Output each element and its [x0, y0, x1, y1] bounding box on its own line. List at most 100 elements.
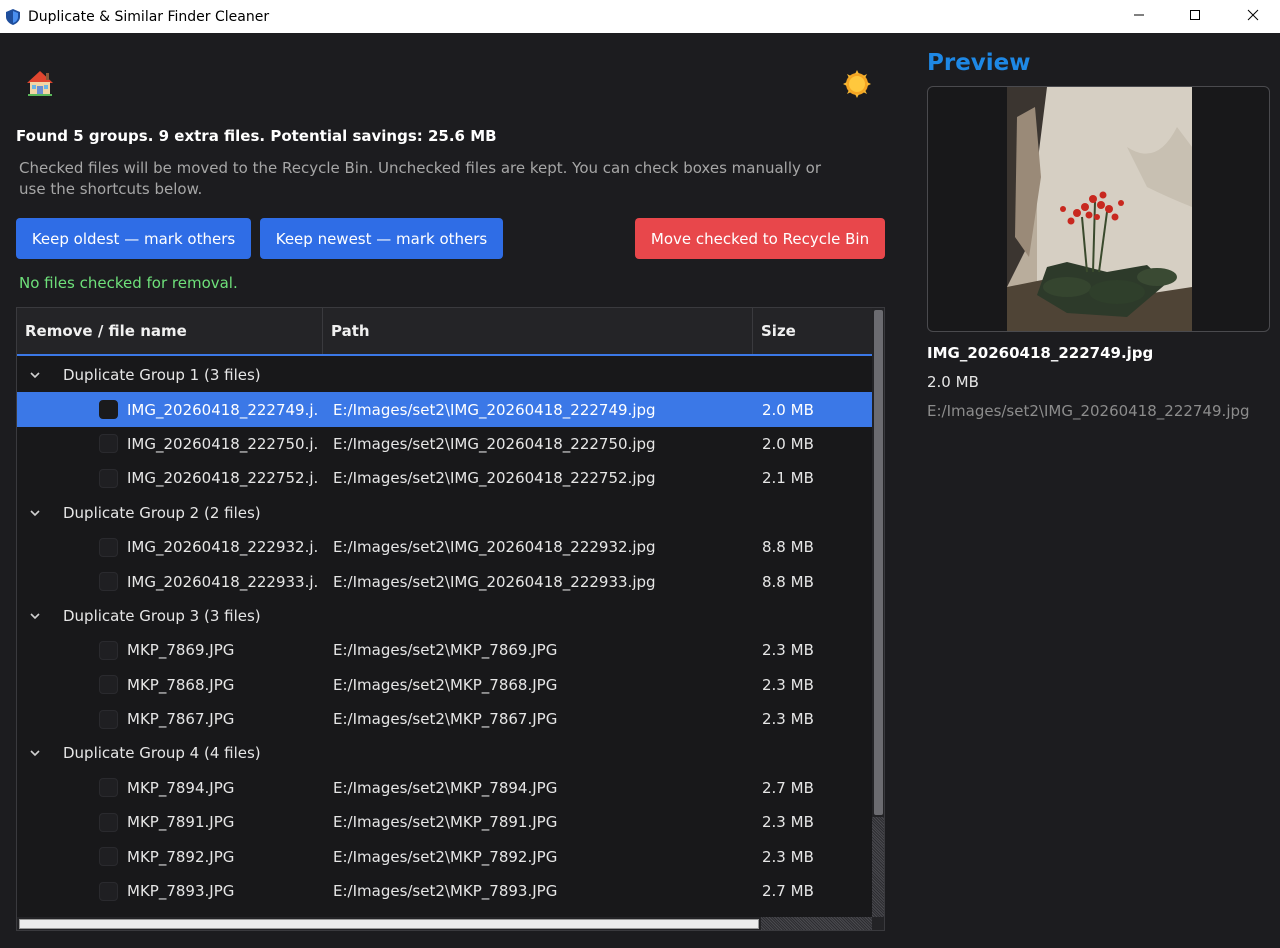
table-row[interactable]: IMG_20260418_222750.j... E:/Images/set2\…	[17, 427, 872, 461]
minimize-button[interactable]	[1110, 0, 1168, 30]
vertical-scroll-track[interactable]	[872, 817, 884, 917]
chevron-down-icon[interactable]	[28, 748, 42, 758]
horizontal-scroll-thumb[interactable]	[19, 919, 759, 929]
table-row[interactable]: MKP_7894.JPG E:/Images/set2\MKP_7894.JPG…	[17, 771, 872, 805]
window-title: Duplicate & Similar Finder Cleaner	[28, 8, 270, 25]
table-row[interactable]: IMG_20260418_222749.j... E:/Images/set2\…	[17, 392, 872, 427]
remove-checkbox[interactable]	[99, 778, 118, 798]
keep-newest-button[interactable]: Keep newest — mark others	[260, 218, 503, 259]
remove-checkbox[interactable]	[99, 881, 118, 901]
file-size: 2.3 MB	[762, 813, 814, 832]
preview-file-size: 2.0 MB	[927, 373, 979, 391]
table-row[interactable]: MKP_7892.JPG E:/Images/set2\MKP_7892.JPG…	[17, 839, 872, 873]
help-text: Checked files will be moved to the Recyc…	[19, 159, 821, 198]
group-row[interactable]: Duplicate Group 4 (4 files)	[17, 736, 872, 770]
remove-checkbox[interactable]	[99, 847, 118, 867]
file-path: E:/Images/set2\IMG_20260418_222752.jpg	[333, 469, 656, 488]
file-name: IMG_20260418_222749.j...	[127, 400, 317, 419]
file-size: 2.0 MB	[762, 400, 814, 419]
remove-checkbox[interactable]	[99, 709, 118, 729]
file-path: E:/Images/set2\IMG_20260418_222750.jpg	[333, 434, 656, 453]
file-size: 8.8 MB	[762, 538, 814, 557]
remove-checkbox[interactable]	[99, 537, 118, 557]
column-header-size[interactable]: Size	[753, 308, 872, 354]
file-size: 2.3 MB	[762, 710, 814, 729]
file-size: 2.0 MB	[762, 434, 814, 453]
file-name: IMG_20260418_222933.j...	[127, 572, 317, 591]
chevron-down-icon[interactable]	[28, 370, 42, 380]
column-header-name[interactable]: Remove / file name	[17, 308, 323, 354]
file-path: E:/Images/set2\IMG_20260418_222933.jpg	[333, 572, 656, 591]
column-header-path[interactable]: Path	[323, 308, 753, 354]
vertical-scroll-thumb[interactable]	[874, 310, 883, 815]
file-path: E:/Images/set2\MKP_7894.JPG	[333, 778, 558, 797]
remove-checkbox[interactable]	[99, 675, 118, 695]
file-path: E:/Images/set2\IMG_20260418_222932.jpg	[333, 538, 656, 557]
file-path: E:/Images/set2\MKP_7893.JPG	[333, 882, 558, 901]
horizontal-scrollbar[interactable]	[17, 917, 872, 930]
home-icon[interactable]	[26, 70, 54, 96]
table-row[interactable]: MKP_7891.JPG E:/Images/set2\MKP_7891.JPG…	[17, 805, 872, 839]
file-name: MKP_7867.JPG	[127, 710, 235, 729]
table-row[interactable]: MKP_7867.JPG E:/Images/set2\MKP_7867.JPG…	[17, 702, 872, 736]
move-to-recycle-bin-button[interactable]: Move checked to Recycle Bin	[635, 218, 885, 259]
file-size: 2.3 MB	[762, 675, 814, 694]
status-message: No files checked for removal.	[19, 274, 238, 292]
chevron-down-icon[interactable]	[28, 508, 42, 518]
maximize-icon	[1190, 10, 1200, 20]
table-row[interactable]: IMG_20260418_222933.j... E:/Images/set2\…	[17, 564, 872, 598]
file-name: IMG_20260418_222932.j...	[127, 538, 317, 557]
group-row[interactable]: Duplicate Group 2 (2 files)	[17, 496, 872, 530]
vertical-scrollbar[interactable]	[872, 308, 884, 930]
preview-file-path: E:/Images/set2\IMG_20260418_222749.jpg	[927, 402, 1250, 420]
group-row[interactable]: Duplicate Group 3 (3 files)	[17, 599, 872, 633]
horizontal-scroll-track[interactable]	[761, 917, 872, 930]
minimize-icon	[1134, 14, 1144, 16]
file-size: 2.7 MB	[762, 882, 814, 901]
file-size: 2.3 MB	[762, 641, 814, 660]
sun-icon[interactable]	[843, 70, 871, 98]
close-icon	[1247, 9, 1259, 21]
file-name: MKP_7869.JPG	[127, 641, 235, 660]
table-body: Duplicate Group 1 (3 files) IMG_20260418…	[17, 358, 872, 908]
file-name: IMG_20260418_222750.j...	[127, 434, 317, 453]
group-label: Duplicate Group 1 (3 files)	[63, 366, 261, 385]
file-name: MKP_7894.JPG	[127, 778, 235, 797]
group-label: Duplicate Group 3 (3 files)	[63, 606, 261, 625]
file-name: MKP_7868.JPG	[127, 675, 235, 694]
maximize-button[interactable]	[1166, 0, 1224, 30]
chevron-down-icon[interactable]	[28, 611, 42, 621]
flower-photo	[1007, 87, 1192, 331]
file-name: MKP_7891.JPG	[127, 813, 235, 832]
table-row[interactable]: MKP_7893.JPG E:/Images/set2\MKP_7893.JPG…	[17, 874, 872, 908]
table-row[interactable]: MKP_7869.JPG E:/Images/set2\MKP_7869.JPG…	[17, 633, 872, 667]
keep-oldest-button[interactable]: Keep oldest — mark others	[16, 218, 251, 259]
group-label: Duplicate Group 2 (2 files)	[63, 503, 261, 522]
file-name: MKP_7893.JPG	[127, 882, 235, 901]
table-row[interactable]: IMG_20260418_222932.j... E:/Images/set2\…	[17, 530, 872, 564]
table-header: Remove / file name Path Size	[17, 308, 872, 356]
remove-checkbox[interactable]	[99, 812, 118, 832]
file-path: E:/Images/set2\MKP_7869.JPG	[333, 641, 558, 660]
remove-checkbox[interactable]	[99, 400, 118, 420]
close-button[interactable]	[1224, 0, 1280, 30]
file-size: 8.8 MB	[762, 572, 814, 591]
file-path: E:/Images/set2\MKP_7892.JPG	[333, 847, 558, 866]
file-name: IMG_20260418_222752.j...	[127, 469, 317, 488]
results-tree-table[interactable]: Remove / file name Path Size Duplicate G…	[16, 307, 885, 931]
file-path: E:/Images/set2\MKP_7891.JPG	[333, 813, 558, 832]
remove-checkbox[interactable]	[99, 640, 118, 660]
table-row[interactable]: MKP_7868.JPG E:/Images/set2\MKP_7868.JPG…	[17, 668, 872, 702]
group-row[interactable]: Duplicate Group 1 (3 files)	[17, 358, 872, 392]
file-path: E:/Images/set2\MKP_7868.JPG	[333, 675, 558, 694]
file-path: E:/Images/set2\IMG_20260418_222749.jpg	[333, 400, 656, 419]
file-size: 2.7 MB	[762, 778, 814, 797]
remove-checkbox[interactable]	[99, 434, 118, 454]
table-row[interactable]: IMG_20260418_222752.j... E:/Images/set2\…	[17, 461, 872, 495]
title-bar: Duplicate & Similar Finder Cleaner	[0, 0, 1280, 33]
remove-checkbox[interactable]	[99, 572, 118, 592]
file-name: MKP_7892.JPG	[127, 847, 235, 866]
remove-checkbox[interactable]	[99, 468, 118, 488]
file-size: 2.1 MB	[762, 469, 814, 488]
group-label: Duplicate Group 4 (4 files)	[63, 744, 261, 763]
